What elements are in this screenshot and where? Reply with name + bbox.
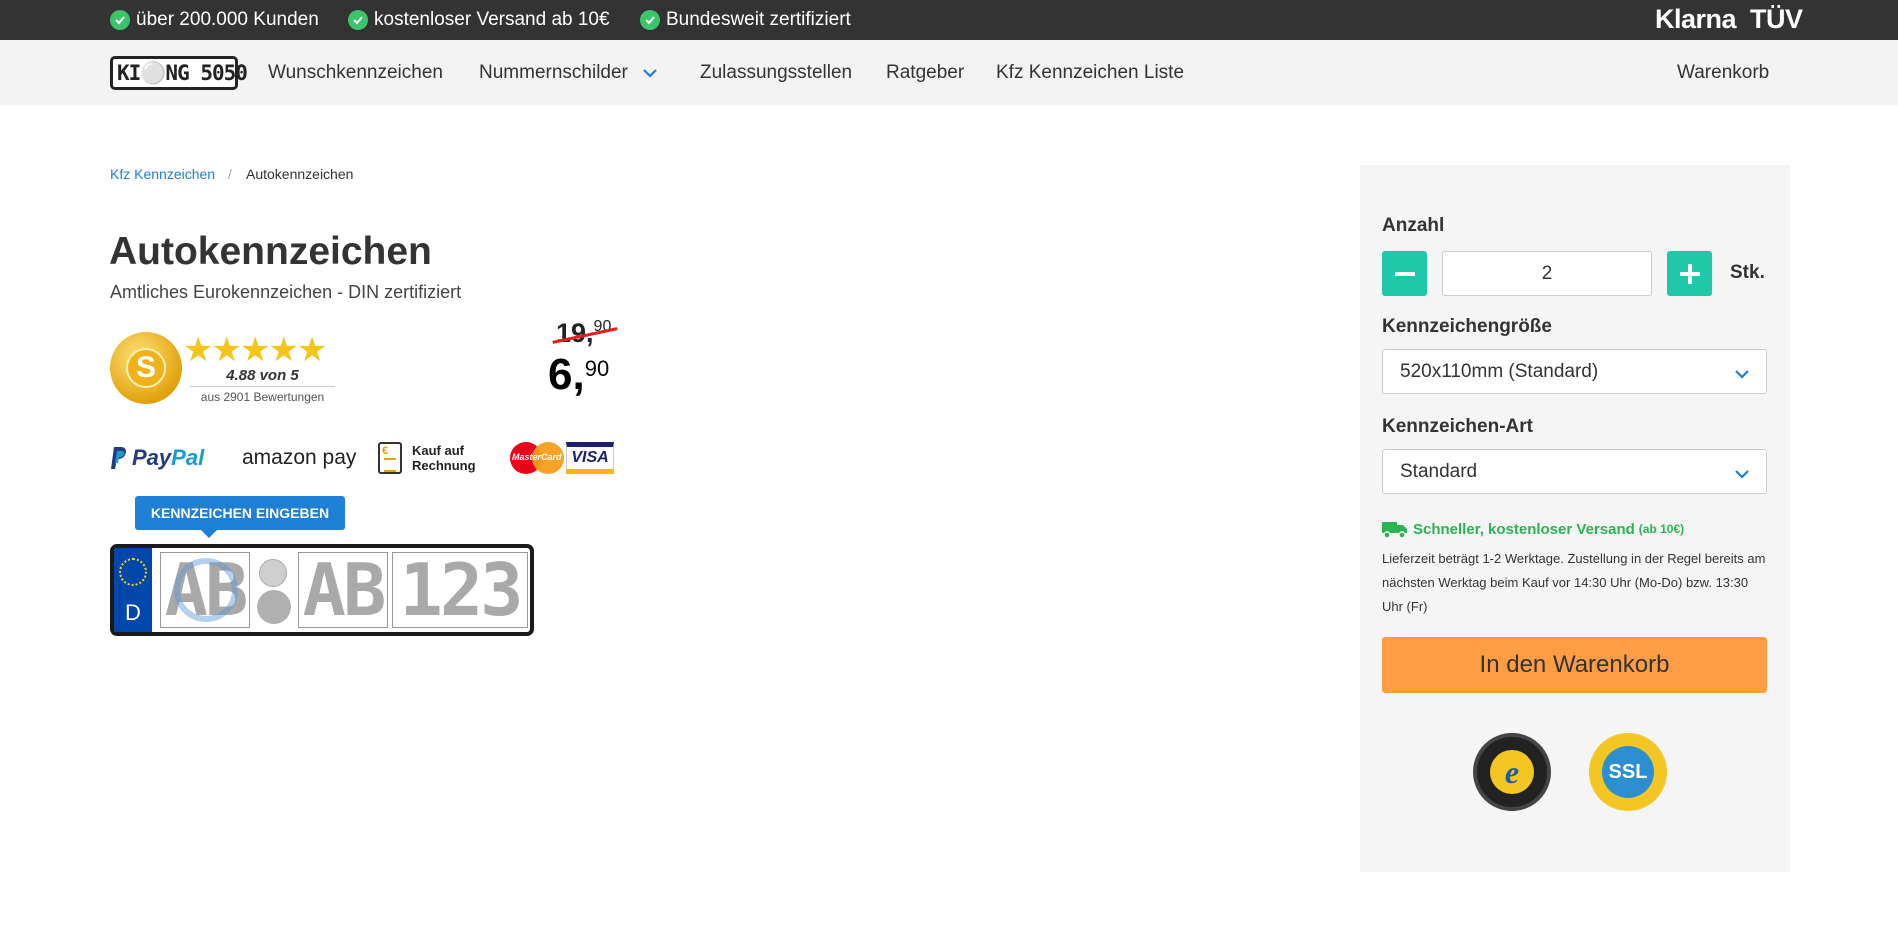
trusted-shops-badge[interactable]: e [1473, 733, 1551, 811]
check-icon [348, 10, 368, 30]
breadcrumb-current: Autokennzeichen [246, 166, 354, 182]
visa-icon: VISA [566, 442, 614, 474]
add-to-cart-button[interactable]: In den Warenkorb [1382, 637, 1767, 693]
plate-seal-ring-icon [174, 558, 238, 622]
shipping-info-title: Schneller, kostenloser Versand (ab 10€) [1382, 519, 1684, 539]
paypal-text-2: Pal [171, 445, 205, 470]
quantity-input[interactable] [1442, 251, 1652, 296]
breadcrumb-separator: / [228, 166, 232, 182]
invoice-text: Kauf auf Rechnung [412, 443, 476, 473]
quantity-increase-button[interactable] [1667, 251, 1712, 296]
country-code: D [125, 600, 141, 625]
current-price: 6,90 [548, 350, 609, 400]
enter-plate-tooltip: KENNZEICHEN EINGEBEN [135, 496, 345, 538]
plate-numbers-field[interactable]: 123 [392, 552, 528, 628]
size-selected-value: 520x110mm (Standard) [1400, 360, 1599, 382]
check-icon [110, 10, 130, 30]
shipping-title: Schneller, kostenloser Versand [1413, 520, 1635, 538]
shopvote-letter: S [126, 348, 166, 388]
quantity-decrease-button[interactable] [1382, 251, 1427, 296]
chevron-down-icon [1734, 464, 1750, 486]
trusted-shops-e-icon: e [1490, 750, 1534, 794]
invoice-payment: Kauf auf Rechnung [378, 440, 476, 476]
nav-kennzeichen-liste[interactable]: Kfz Kennzeichen Liste [996, 40, 1184, 105]
usp-text: über 200.000 Kunden [136, 9, 319, 30]
size-select[interactable]: 520x110mm (Standard) [1382, 349, 1767, 394]
old-price: 19,90 [552, 318, 618, 349]
ssl-lock-icon: SSL [1602, 746, 1654, 798]
usp-certified: Bundesweit zertifiziert [640, 0, 851, 40]
price-cents: 90 [584, 356, 610, 381]
card-payments: MasterCard VISA [510, 440, 614, 476]
nav-zulassungsstellen[interactable]: Zulassungsstellen [700, 40, 852, 105]
rating-stars-icon: ★★★★★ [183, 330, 327, 370]
nav-ratgeber[interactable]: Ratgeber [886, 40, 964, 105]
amazon-pay-logo: amazon pay [242, 440, 356, 476]
size-label: Kennzeichengröße [1382, 316, 1552, 337]
truck-icon [1382, 522, 1407, 539]
breadcrumb-home[interactable]: Kfz Kennzeichen [110, 166, 215, 182]
usp-customers: über 200.000 Kunden [110, 0, 319, 40]
nav-wunschkennzeichen[interactable]: Wunschkennzeichen [268, 40, 443, 105]
type-selected-value: Standard [1400, 460, 1478, 482]
type-label: Kennzeichen-Art [1382, 416, 1533, 437]
minus-icon [1394, 271, 1415, 276]
invoice-icon [378, 442, 402, 474]
chevron-down-icon [642, 68, 658, 78]
quantity-unit: Stk. [1730, 262, 1765, 283]
paypal-icon [111, 447, 126, 469]
chevron-down-icon [1734, 364, 1750, 386]
delivery-info: Lieferzeit beträgt 1-2 Werktage. Zustell… [1382, 551, 1766, 614]
price-main: 6, [548, 350, 585, 399]
eu-stars-icon [119, 558, 147, 586]
shopvote-seal[interactable]: S [110, 332, 182, 404]
plus-icon [1679, 263, 1700, 284]
license-plate-preview[interactable]: D AB AB 123 [110, 544, 534, 636]
paypal-logo: Pay Pal [110, 440, 204, 476]
mastercard-icon: MasterCard [510, 442, 564, 474]
purchase-panel: Anzahl Stk. Kennzeichengröße 520x110mm (… [1360, 165, 1790, 872]
type-select[interactable]: Standard [1382, 449, 1767, 494]
usp-text: kostenloser Versand ab 10€ [374, 9, 610, 30]
nav-nummernschilder-label: Nummernschilder [479, 61, 628, 83]
usp-shipping: kostenloser Versand ab 10€ [348, 0, 610, 40]
rating-score: 4.88 von 5 [190, 367, 335, 387]
paypal-text-1: Pay [132, 445, 172, 470]
usp-text: Bundesweit zertifiziert [666, 9, 851, 30]
ssl-badge: SSL [1589, 733, 1667, 811]
plate-letters-field[interactable]: AB [298, 552, 388, 628]
nav-nummernschilder[interactable]: Nummernschilder [479, 40, 658, 105]
rating-count: aus 2901 Bewertungen [200, 390, 325, 404]
main-navigation: KI⚪NG 5050 Wunschkennzeichen Nummernschi… [0, 40, 1898, 105]
amazon-pay-text: amazon pay [242, 446, 357, 469]
klarna-logo: Klarna [1655, 4, 1737, 34]
site-logo[interactable]: KI⚪NG 5050 [110, 56, 248, 90]
check-icon [640, 10, 660, 30]
page-title: Autokennzeichen [109, 230, 432, 273]
eu-band: D [114, 548, 152, 632]
shipping-threshold: (ab 10€) [1638, 522, 1685, 536]
mastercard-text: MasterCard [512, 452, 562, 462]
logo-text: KI⚪NG 5050 [117, 60, 248, 85]
quantity-label: Anzahl [1382, 215, 1445, 236]
inspection-stamp-icon [257, 590, 291, 624]
page-subtitle: Amtliches Eurokennzeichen - DIN zertifiz… [110, 282, 462, 302]
nav-cart[interactable]: Warenkorb [1677, 40, 1769, 105]
tuv-logo: TÜV [1750, 4, 1803, 34]
registration-stamp-icon [259, 559, 287, 587]
top-bar: über 200.000 Kunden kostenloser Versand … [0, 0, 1898, 40]
